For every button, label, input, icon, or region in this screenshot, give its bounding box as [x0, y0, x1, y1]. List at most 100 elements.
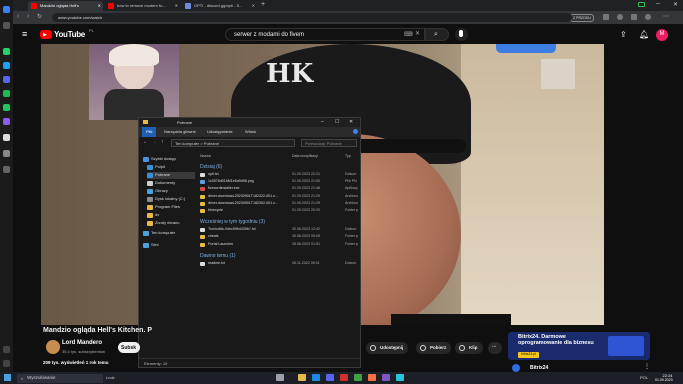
group-header[interactable]: Dzisiaj (6): [200, 164, 222, 170]
ribbon-tab-share[interactable]: Udostępnianie: [207, 129, 233, 134]
channel-name[interactable]: Lord Mandero: [62, 340, 102, 346]
ad-more-icon[interactable]: ⋮: [644, 363, 650, 370]
group-header[interactable]: Dawno temu (1): [200, 253, 236, 259]
minimize-icon[interactable]: –: [656, 0, 660, 7]
download-button[interactable]: Pobierz: [416, 342, 452, 354]
close-icon[interactable]: ✕: [175, 3, 178, 8]
back-icon[interactable]: ‹: [17, 13, 19, 20]
more-actions-button[interactable]: ⋯: [488, 342, 502, 354]
nav-item[interactable]: Program Files: [147, 204, 180, 211]
language-indicator[interactable]: POL: [640, 375, 648, 380]
nav-item[interactable]: Dysk lokalny (C:): [147, 196, 185, 203]
help-icon[interactable]: [353, 129, 358, 134]
camera-icon[interactable]: [631, 14, 637, 20]
ribbon-tab-file[interactable]: Plik: [142, 127, 157, 137]
close-icon[interactable]: ✕: [98, 3, 101, 8]
menu-dots-icon[interactable]: ⋯: [663, 13, 669, 20]
chat-icon[interactable]: [3, 104, 10, 111]
add-icon[interactable]: [3, 22, 10, 29]
up-icon[interactable]: ↑: [161, 139, 164, 145]
subscribe-button[interactable]: Subsk: [118, 342, 140, 353]
minimize-icon[interactable]: –: [321, 119, 324, 125]
app-icon[interactable]: [396, 374, 404, 381]
ribbon-tab-view[interactable]: Widok: [245, 129, 256, 134]
messenger-icon[interactable]: [3, 118, 10, 125]
search-input[interactable]: serwer z modami do fivem: [225, 28, 425, 41]
column-header-type[interactable]: Typ: [345, 154, 351, 158]
nav-item[interactable]: dx: [147, 212, 159, 219]
search-field[interactable]: Przeszukaj: Pobrane: [301, 139, 357, 147]
close-icon[interactable]: ✕: [349, 119, 353, 125]
search-button[interactable]: ⌕: [425, 28, 449, 41]
file-row[interactable]: readme.txt 06.11.2022 05:01 Dokum: [200, 261, 360, 267]
hamburger-icon[interactable]: ≡: [22, 29, 27, 39]
mic-button[interactable]: [455, 28, 468, 41]
discord-icon[interactable]: [3, 76, 10, 83]
back-icon[interactable]: ←: [143, 139, 148, 145]
clock[interactable]: 22:24 01.09.2023: [655, 373, 673, 382]
notifications-icon[interactable]: 🔔︎: [639, 30, 649, 39]
file-row[interactable]: cheats 30.08.2023 09:09 Folder p: [200, 234, 360, 240]
discord-icon[interactable]: [326, 374, 334, 381]
extensions-icon[interactable]: [603, 14, 609, 20]
whatsapp-icon[interactable]: [3, 48, 10, 55]
breadcrumb[interactable]: Ten komputer > Pobrane: [171, 139, 295, 147]
window-icon[interactable]: [638, 2, 645, 7]
account-icon[interactable]: [645, 14, 651, 20]
nav-item[interactable]: Szybki dostęp: [143, 156, 176, 163]
menu-icon[interactable]: [3, 360, 10, 367]
file-row[interactable]: opti.txt 01.09.2023 22:21 Dokum: [200, 172, 360, 178]
clear-icon[interactable]: ✕: [415, 30, 420, 37]
youtube-logo-text[interactable]: YouTube: [54, 30, 85, 39]
video-description[interactable]: 209 tys. wyświetleń 1 rok temu: [43, 360, 343, 372]
column-header-date[interactable]: Data modyfikacji: [292, 154, 318, 158]
maximize-icon[interactable]: ☐: [335, 119, 339, 125]
store-icon[interactable]: [312, 374, 320, 381]
forward-icon[interactable]: ›: [27, 13, 29, 20]
taskbar-search[interactable]: Wyszukiwanie: [17, 374, 103, 383]
tab[interactable]: OPTI - discord.gg/opti - S... ✕: [182, 1, 257, 11]
file-row[interactable]: fivecordinstaller.exe 01.09.2023 21:48 Apl…: [200, 186, 360, 192]
app-icon[interactable]: [382, 374, 390, 381]
ad-cta[interactable]: bitrix24.pl: [518, 352, 539, 358]
address-bar[interactable]: www.youtube.com/watch: [52, 13, 572, 22]
file-row[interactable]: driver-download-20230901T182322-001.z...…: [200, 194, 360, 200]
ribbon-tab-home[interactable]: Narzędzia główne: [164, 129, 196, 134]
nav-item[interactable]: Ten komputer: [143, 230, 175, 237]
settings-icon[interactable]: [3, 346, 10, 353]
nav-item[interactable]: Zrzuty ekranu: [147, 220, 179, 227]
ad-banner[interactable]: Bitrix24. Darmowe oprogramowanie dla biz…: [508, 332, 650, 360]
nav-item[interactable]: Dokumenty: [147, 180, 175, 187]
more-icon[interactable]: [3, 166, 10, 173]
avatar[interactable]: M: [656, 29, 668, 41]
file-row[interactable]: 1c0578d016M1e6d9d98.png 01.09.2023 21:50 P…: [200, 179, 360, 185]
telegram-icon[interactable]: [3, 62, 10, 69]
file-row[interactable]: Portal Launcher 28.08.2023 01:51 Folder p: [200, 242, 360, 248]
nav-item[interactable]: Obrazy: [147, 188, 168, 195]
file-row[interactable]: driver-download-20230901T182302-001.z...…: [200, 201, 360, 207]
tab[interactable]: how to remove modern fo... ✕: [105, 1, 180, 11]
close-icon[interactable]: ✕: [252, 3, 255, 8]
file-row[interactable]: TronicAlts-94ec59b4439b7.txt 30.08.2023 1…: [200, 227, 360, 233]
keyboard-icon[interactable]: ⌨: [404, 31, 413, 38]
home-icon[interactable]: [3, 6, 10, 13]
new-tab-button[interactable]: +: [261, 1, 265, 8]
close-window-icon[interactable]: ✕: [673, 1, 678, 8]
create-icon[interactable]: ⇪: [620, 30, 627, 39]
nav-item[interactable]: Pulpit: [147, 164, 165, 171]
weather-label[interactable]: Lndz: [106, 375, 115, 380]
forward-icon[interactable]: →: [152, 139, 157, 145]
download-icon[interactable]: [617, 14, 623, 20]
music-icon[interactable]: [3, 150, 10, 157]
nav-item[interactable]: Pobrane: [147, 172, 195, 179]
reload-icon[interactable]: ↻: [37, 13, 42, 20]
file-row[interactable]: timecycle 01.09.2023 20:20 Folder p: [200, 208, 360, 214]
task-view-icon[interactable]: [276, 374, 284, 381]
clip-button[interactable]: Klip: [455, 342, 483, 354]
share-button[interactable]: Udostępnij: [366, 342, 409, 354]
x-icon[interactable]: [3, 134, 10, 141]
browser-icon[interactable]: [340, 374, 348, 381]
spotify-icon[interactable]: [3, 90, 10, 97]
file-explorer-icon[interactable]: [298, 374, 306, 381]
windows-start-icon[interactable]: [4, 374, 11, 381]
